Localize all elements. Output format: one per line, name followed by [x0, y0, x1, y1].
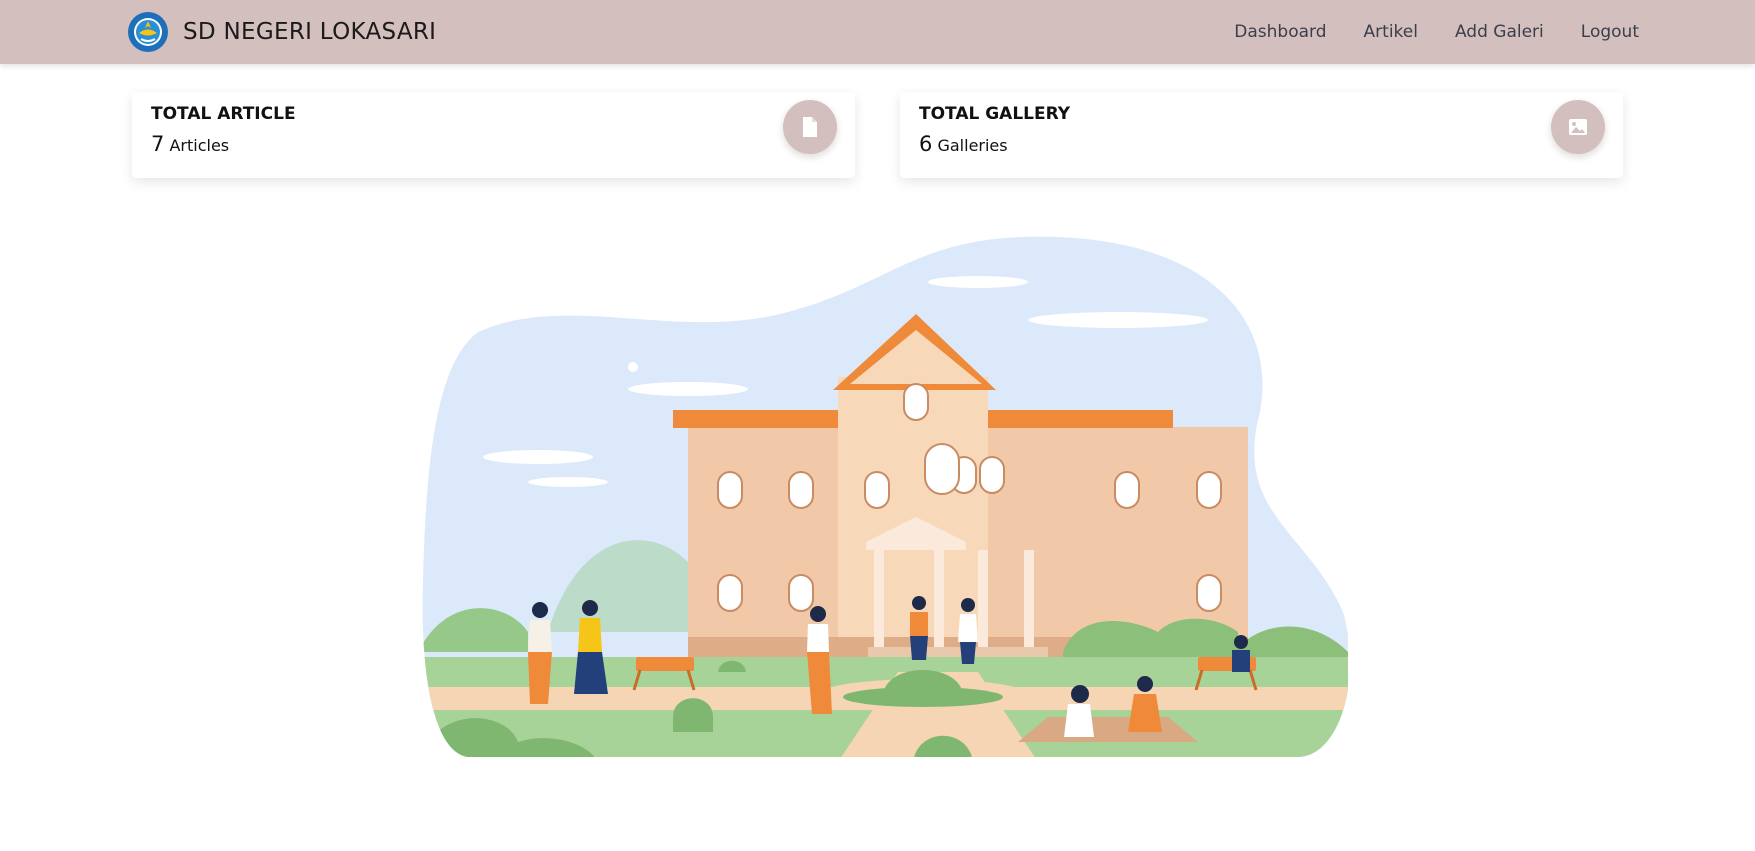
nav-dashboard-link[interactable]: Dashboard — [1234, 22, 1326, 42]
school-illustration — [418, 232, 1348, 762]
nav-add-galeri-link[interactable]: Add Galeri — [1455, 22, 1544, 42]
total-article-card: TOTAL ARTICLE 7 Articles — [132, 92, 855, 178]
nav-menu: Dashboard Artikel Add Galeri Logout — [1197, 0, 1639, 64]
total-article-title: TOTAL ARTICLE — [151, 104, 296, 124]
brand-link[interactable]: SD NEGERI LOKASARI — [128, 12, 436, 52]
total-gallery-count: 6 — [919, 132, 933, 156]
total-gallery-value: 6 Galleries — [919, 132, 1008, 156]
total-gallery-title: TOTAL GALLERY — [919, 104, 1071, 124]
total-article-value: 7 Articles — [151, 132, 229, 156]
file-icon — [783, 100, 837, 154]
top-navbar: SD NEGERI LOKASARI Dashboard Artikel Add… — [0, 0, 1755, 64]
nav-artikel-link[interactable]: Artikel — [1364, 22, 1418, 42]
total-gallery-unit: Galleries — [937, 136, 1008, 155]
total-article-count: 7 — [151, 132, 165, 156]
tut-wuri-handayani-logo-icon — [128, 12, 168, 52]
total-article-unit: Articles — [169, 136, 230, 155]
total-gallery-card: TOTAL GALLERY 6 Galleries — [900, 92, 1623, 178]
nav-logout-link[interactable]: Logout — [1581, 22, 1639, 42]
image-icon — [1551, 100, 1605, 154]
brand-title: SD NEGERI LOKASARI — [183, 19, 437, 45]
